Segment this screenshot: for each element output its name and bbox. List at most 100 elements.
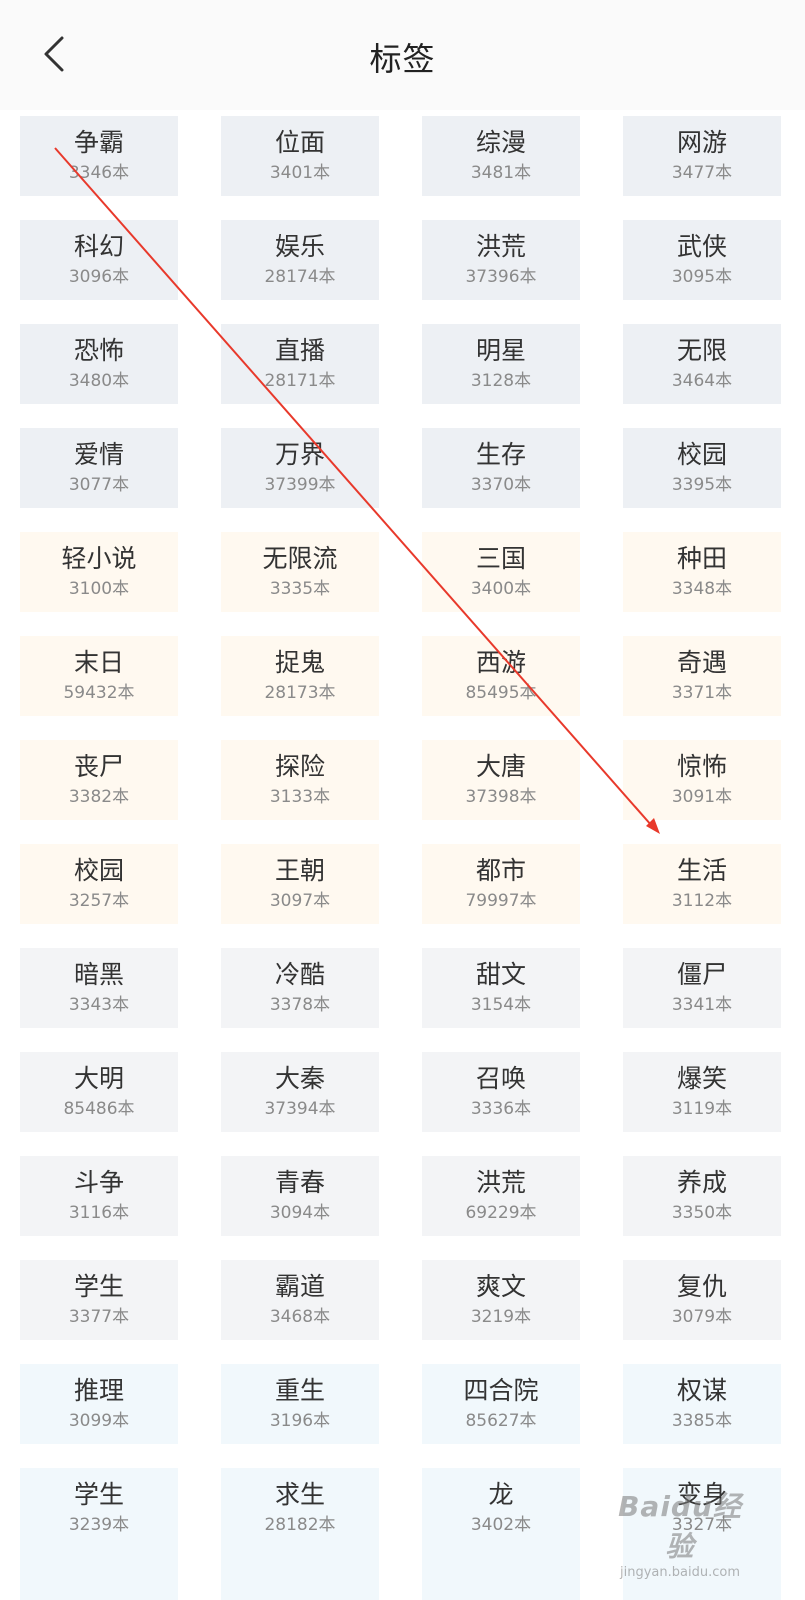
tag-card[interactable]: 暗黑 3343本 bbox=[20, 948, 178, 1028]
tag-book-count: 3348本 bbox=[671, 579, 733, 599]
tag-card[interactable]: 爽文 3219本 bbox=[422, 1260, 580, 1340]
tag-book-count: 3400本 bbox=[470, 579, 532, 599]
tag-name: 冷酷 bbox=[274, 960, 325, 989]
tag-book-count: 3091本 bbox=[671, 787, 733, 807]
tag-card[interactable]: 直播 28171本 bbox=[221, 324, 379, 404]
page-title: 标签 bbox=[369, 40, 436, 78]
tag-card[interactable]: 龙 3402本 bbox=[422, 1468, 580, 1548]
tag-name: 综漫 bbox=[475, 128, 526, 157]
tag-card[interactable]: 甜文 3154本 bbox=[422, 948, 580, 1028]
tag-name: 复仇 bbox=[676, 1272, 727, 1301]
tag-card[interactable]: 学生 3239本 bbox=[20, 1468, 178, 1548]
tag-card[interactable]: 生活 3112本 bbox=[623, 844, 781, 924]
tag-card[interactable]: 洪荒 69229本 bbox=[422, 1156, 580, 1236]
tag-card[interactable] bbox=[221, 1544, 379, 1600]
tag-card[interactable] bbox=[422, 1544, 580, 1600]
tag-book-count: 3395本 bbox=[671, 475, 733, 495]
tag-card[interactable]: 万界 37399本 bbox=[221, 428, 379, 508]
tag-name: 重生 bbox=[274, 1376, 325, 1405]
tag-card[interactable]: 推理 3099本 bbox=[20, 1364, 178, 1444]
tag-book-count: 59432本 bbox=[63, 683, 135, 703]
tag-card[interactable]: 西游 85495本 bbox=[422, 636, 580, 716]
tag-card[interactable]: 娱乐 28174本 bbox=[221, 220, 379, 300]
tag-card[interactable]: 争霸 3346本 bbox=[20, 116, 178, 196]
tag-card[interactable]: 霸道 3468本 bbox=[221, 1260, 379, 1340]
tag-card[interactable]: 校园 3395本 bbox=[623, 428, 781, 508]
tag-card[interactable]: 种田 3348本 bbox=[623, 532, 781, 612]
tag-book-count: 3097本 bbox=[269, 891, 331, 911]
tag-name: 西游 bbox=[475, 648, 526, 677]
tag-card[interactable]: 三国 3400本 bbox=[422, 532, 580, 612]
tag-card[interactable]: 召唤 3336本 bbox=[422, 1052, 580, 1132]
tag-card[interactable]: 变身 3327本 bbox=[623, 1468, 781, 1548]
tag-name: 末日 bbox=[73, 648, 124, 677]
tag-card[interactable]: 明星 3128本 bbox=[422, 324, 580, 404]
tag-card[interactable]: 丧尸 3382本 bbox=[20, 740, 178, 820]
tag-name: 都市 bbox=[475, 856, 526, 885]
tag-card[interactable]: 洪荒 37396本 bbox=[422, 220, 580, 300]
tag-card[interactable]: 生存 3370本 bbox=[422, 428, 580, 508]
tag-name: 恐怖 bbox=[73, 336, 124, 365]
tag-card[interactable]: 爆笑 3119本 bbox=[623, 1052, 781, 1132]
tag-book-count: 3099本 bbox=[68, 1411, 130, 1431]
tag-card[interactable]: 武侠 3095本 bbox=[623, 220, 781, 300]
tag-name: 求生 bbox=[274, 1480, 325, 1509]
tag-name: 大秦 bbox=[274, 1064, 325, 1093]
tag-book-count: 85486本 bbox=[63, 1099, 135, 1119]
tag-card[interactable]: 权谋 3385本 bbox=[623, 1364, 781, 1444]
tag-name: 无限 bbox=[676, 336, 727, 365]
tag-card[interactable]: 爱情 3077本 bbox=[20, 428, 178, 508]
tag-card[interactable]: 斗争 3116本 bbox=[20, 1156, 178, 1236]
tag-card[interactable] bbox=[623, 1544, 781, 1600]
tag-name: 甜文 bbox=[475, 960, 526, 989]
tag-card[interactable]: 无限 3464本 bbox=[623, 324, 781, 404]
tag-name: 王朝 bbox=[274, 856, 325, 885]
tag-book-count: 3077本 bbox=[68, 475, 130, 495]
tag-card[interactable]: 位面 3401本 bbox=[221, 116, 379, 196]
tag-card[interactable]: 综漫 3481本 bbox=[422, 116, 580, 196]
tag-book-count: 37399本 bbox=[264, 475, 336, 495]
tag-card[interactable]: 青春 3094本 bbox=[221, 1156, 379, 1236]
tag-card[interactable]: 科幻 3096本 bbox=[20, 220, 178, 300]
tag-card[interactable] bbox=[20, 1544, 178, 1600]
tag-card[interactable]: 无限流 3335本 bbox=[221, 532, 379, 612]
tag-card[interactable]: 奇遇 3371本 bbox=[623, 636, 781, 716]
tag-book-count: 37394本 bbox=[264, 1099, 336, 1119]
tag-book-count: 3116本 bbox=[68, 1203, 130, 1223]
tag-card[interactable]: 网游 3477本 bbox=[623, 116, 781, 196]
tag-card[interactable]: 轻小说 3100本 bbox=[20, 532, 178, 612]
tag-card[interactable]: 重生 3196本 bbox=[221, 1364, 379, 1444]
tag-card[interactable]: 都市 79997本 bbox=[422, 844, 580, 924]
tag-card[interactable]: 探险 3133本 bbox=[221, 740, 379, 820]
tag-card[interactable]: 学生 3377本 bbox=[20, 1260, 178, 1340]
tag-card[interactable]: 冷酷 3378本 bbox=[221, 948, 379, 1028]
tag-card[interactable]: 王朝 3097本 bbox=[221, 844, 379, 924]
tag-card[interactable]: 捉鬼 28173本 bbox=[221, 636, 379, 716]
tag-name: 网游 bbox=[676, 128, 727, 157]
tag-card[interactable]: 校园 3257本 bbox=[20, 844, 178, 924]
tag-card[interactable]: 四合院 85627本 bbox=[422, 1364, 580, 1444]
tag-card[interactable]: 大明 85486本 bbox=[20, 1052, 178, 1132]
tag-card[interactable]: 恐怖 3480本 bbox=[20, 324, 178, 404]
tag-name: 僵尸 bbox=[676, 960, 727, 989]
tag-book-count: 3095本 bbox=[671, 267, 733, 287]
tag-book-count: 85627本 bbox=[465, 1411, 537, 1431]
tag-book-count: 3385本 bbox=[671, 1411, 733, 1431]
tag-book-count: 3378本 bbox=[269, 995, 331, 1015]
tag-name: 斗争 bbox=[73, 1168, 124, 1197]
tag-card[interactable]: 末日 59432本 bbox=[20, 636, 178, 716]
tag-name: 爽文 bbox=[475, 1272, 526, 1301]
tag-book-count: 3401本 bbox=[269, 163, 331, 183]
tag-card[interactable]: 僵尸 3341本 bbox=[623, 948, 781, 1028]
tag-card[interactable]: 惊怖 3091本 bbox=[623, 740, 781, 820]
tag-book-count: 3094本 bbox=[269, 1203, 331, 1223]
tag-card[interactable]: 养成 3350本 bbox=[623, 1156, 781, 1236]
tag-name: 学生 bbox=[73, 1480, 124, 1509]
tag-name: 青春 bbox=[274, 1168, 325, 1197]
tag-card[interactable]: 求生 28182本 bbox=[221, 1468, 379, 1548]
tag-name: 校园 bbox=[73, 856, 124, 885]
tag-card[interactable]: 大唐 37398本 bbox=[422, 740, 580, 820]
tag-name: 武侠 bbox=[676, 232, 727, 261]
tag-card[interactable]: 大秦 37394本 bbox=[221, 1052, 379, 1132]
tag-card[interactable]: 复仇 3079本 bbox=[623, 1260, 781, 1340]
